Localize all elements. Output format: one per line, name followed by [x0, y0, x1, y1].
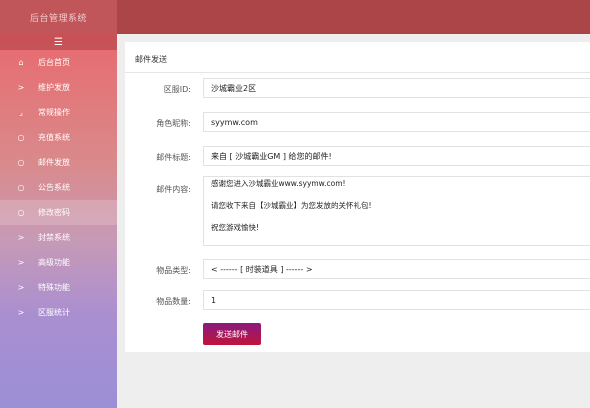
circle-icon: ○ [17, 158, 25, 167]
sidebar-item-ban[interactable]: > 封禁系统 [0, 225, 117, 250]
sidebar-item-routine-ops[interactable]: ⌟ 常规操作 [0, 100, 117, 125]
sidebar-item-label: 维护发放 [38, 83, 70, 92]
item-qty-input[interactable]: 1 [203, 290, 590, 310]
mail-content-textarea[interactable]: 感谢您进入沙城霸业www.syymw.com! 请您收下来自【沙城霸业】为您发放… [203, 176, 590, 246]
sidebar-item-recharge[interactable]: ○ 充值系统 [0, 125, 117, 150]
sidebar-item-mail[interactable]: ○ 邮件发放 [0, 150, 117, 175]
circle-icon: ○ [17, 208, 25, 217]
content-line: 感谢您进入沙城霸业www.syymw.com! [211, 179, 346, 188]
sidebar-item-label: 充值系统 [38, 133, 70, 142]
sidebar-item-special[interactable]: > 特殊功能 [0, 275, 117, 300]
item-type-select[interactable]: < ------ [ 时装道具 ] ------ > [203, 259, 590, 279]
sidebar-item-label: 修改密码 [38, 208, 70, 217]
sidebar-item-label: 公告系统 [38, 183, 70, 192]
content-line: 祝您游戏愉快! [211, 223, 260, 232]
mail-form-panel: 邮件发送 区服ID: 沙城霸业2区 角色昵称: syymw.com 邮件标题: … [125, 42, 590, 352]
menu-toggle-icon[interactable]: ☰ [0, 34, 117, 50]
divider [125, 72, 590, 73]
content-line: 请您收下来自【沙城霸业】为您发放的关怀礼包! [211, 201, 372, 210]
top-bar: 后台管理系统 [0, 0, 590, 34]
chevron-right-icon: > [17, 283, 25, 292]
circle-icon: ○ [17, 133, 25, 142]
sidebar-item-server-stats[interactable]: > 区服统计 [0, 300, 117, 325]
sidebar-item-announcements[interactable]: ○ 公告系统 [0, 175, 117, 200]
sidebar-item-label: 区服统计 [38, 308, 70, 317]
sidebar-item-home[interactable]: ⌂ 后台首页 [0, 50, 117, 75]
sidebar-item-maintenance[interactable]: > 维护发放 [0, 75, 117, 100]
sidebar-item-label: 邮件发放 [38, 158, 70, 167]
server-id-field[interactable]: 沙城霸业2区 [203, 78, 590, 98]
app-title: 后台管理系统 [0, 0, 117, 34]
chevron-right-icon: > [17, 83, 25, 92]
sidebar-item-label: 高级功能 [38, 258, 70, 267]
role-name-label: 角色昵称: [156, 119, 191, 128]
sidebar-item-label: 封禁系统 [38, 233, 70, 242]
sidebar-item-change-password[interactable]: ○ 修改密码 [0, 200, 117, 225]
item-type-label: 物品类型: [156, 266, 191, 275]
mail-content-label: 邮件内容: [156, 185, 191, 194]
panel-title: 邮件发送 [135, 55, 167, 64]
sidebar-item-advanced[interactable]: > 高级功能 [0, 250, 117, 275]
role-name-input[interactable]: syymw.com [203, 112, 590, 132]
mail-subject-label: 邮件标题: [156, 153, 191, 162]
corner-icon: ⌟ [19, 108, 23, 117]
send-mail-button[interactable]: 发送邮件 [203, 323, 261, 345]
home-icon: ⌂ [18, 58, 24, 67]
chevron-right-icon: > [17, 258, 25, 267]
circle-icon: ○ [17, 183, 25, 192]
sidebar: ☰ ⌂ 后台首页 > 维护发放 ⌟ 常规操作 ○ 充值系统 ○ 邮件发放 ○ 公… [0, 34, 117, 408]
sidebar-item-label: 特殊功能 [38, 283, 70, 292]
server-id-label: 区服ID: [163, 85, 191, 94]
chevron-right-icon: > [17, 233, 25, 242]
mail-subject-input[interactable]: 来自 [ 沙城霸业GM ] 给您的邮件! [203, 146, 590, 166]
item-qty-label: 物品数量: [156, 297, 191, 306]
sidebar-item-label: 后台首页 [38, 58, 70, 67]
chevron-right-icon: > [17, 308, 25, 317]
sidebar-item-label: 常规操作 [38, 108, 70, 117]
